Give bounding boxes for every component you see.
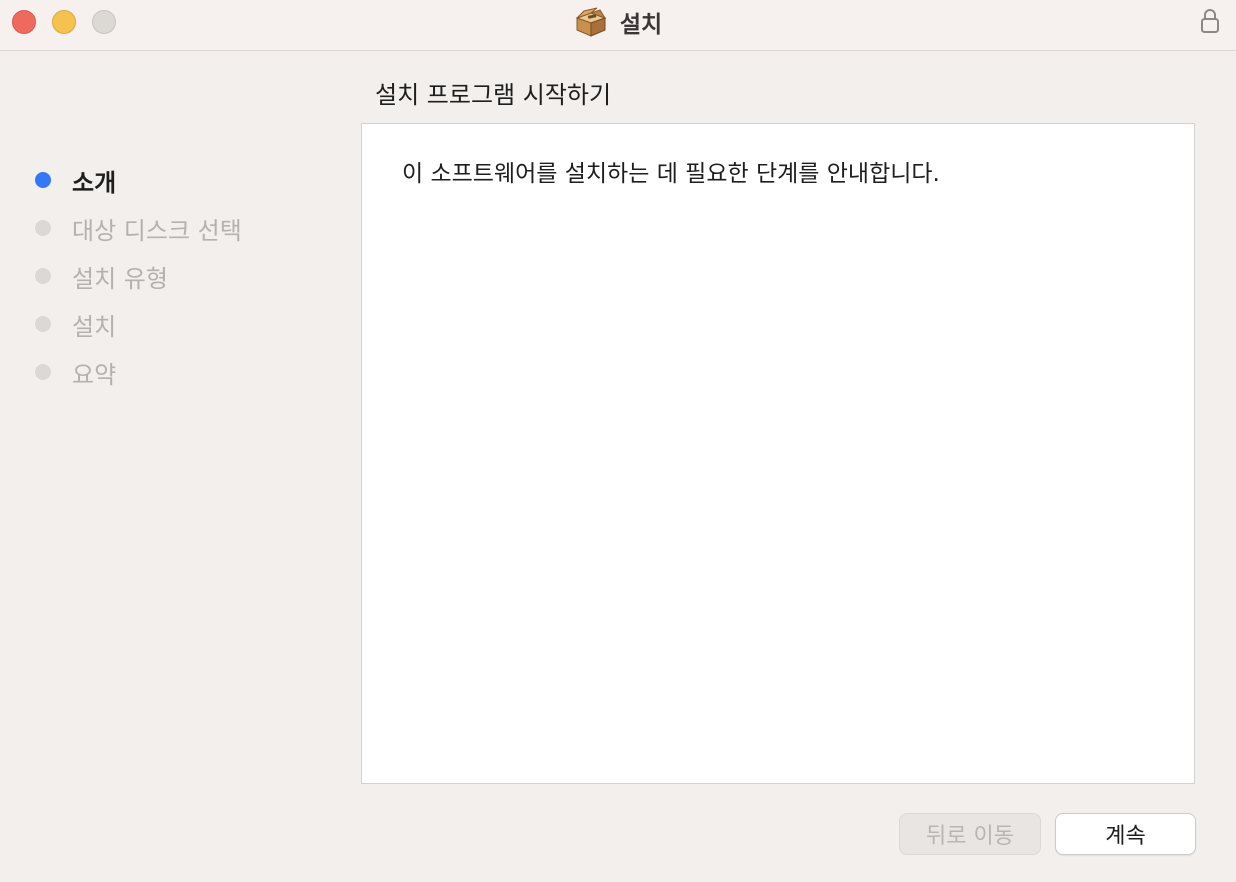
step-label: 요약	[72, 360, 117, 389]
intro-text: 이 소프트웨어를 설치하는 데 필요한 단계를 안내합니다.	[402, 161, 940, 187]
step-installation: 설치	[0, 300, 340, 348]
zoom-button	[92, 10, 116, 34]
step-indicator	[35, 268, 51, 284]
step-indicator	[35, 220, 51, 236]
step-label: 설치	[72, 312, 117, 341]
step-installation-type: 설치 유형	[0, 252, 340, 300]
minimize-button[interactable]	[52, 10, 76, 34]
continue-button[interactable]: 계속	[1055, 813, 1196, 855]
window-title: 설치	[619, 12, 663, 38]
step-label: 대상 디스크 선택	[72, 216, 242, 245]
lock-icon[interactable]	[1200, 8, 1220, 34]
step-indicator	[35, 316, 51, 332]
step-label: 소개	[72, 168, 117, 197]
window-title-group: 설치	[0, 0, 1236, 44]
page-title: 설치 프로그램 시작하기	[375, 81, 612, 109]
step-destination-select: 대상 디스크 선택	[0, 204, 340, 252]
step-active-indicator	[35, 172, 51, 188]
installer-steps-sidebar: 소개 대상 디스크 선택 설치 유형 설치 요약	[0, 156, 340, 396]
installer-package-icon	[575, 7, 607, 37]
installer-window: 설치 소개 대상 디스크 선택 설치 유형 설치 요약 설치 프로그램 시작하기	[0, 0, 1236, 882]
step-summary: 요약	[0, 348, 340, 396]
step-label: 설치 유형	[72, 264, 168, 293]
content-panel: 이 소프트웨어를 설치하는 데 필요한 단계를 안내합니다.	[361, 123, 1195, 784]
step-introduction: 소개	[0, 156, 340, 204]
title-bar: 설치	[0, 0, 1236, 51]
close-button[interactable]	[12, 10, 36, 34]
go-back-button[interactable]: 뒤로 이동	[899, 813, 1041, 855]
step-indicator	[35, 364, 51, 380]
